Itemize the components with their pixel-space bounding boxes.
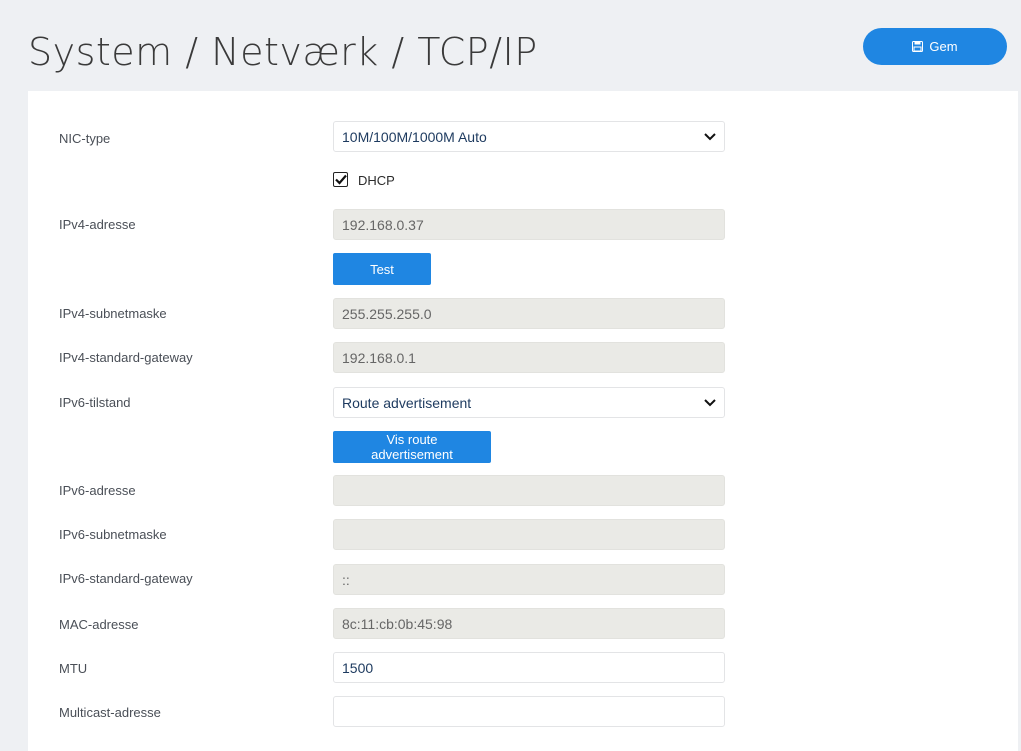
- ipv6-gateway-field: ::: [333, 564, 725, 595]
- save-button-label: Gem: [929, 39, 958, 54]
- show-route-advertisement-button[interactable]: Vis route advertisement: [333, 431, 491, 463]
- ipv6-address-field: [333, 475, 725, 506]
- ipv4-gateway-label: IPv4-standard-gateway: [59, 350, 193, 365]
- ipv4-address-value: 192.168.0.37: [342, 216, 424, 233]
- mac-address-field: 8c:11:cb:0b:45:98: [333, 608, 725, 639]
- ipv4-subnet-label: IPv4-subnetmaske: [59, 306, 167, 321]
- test-button[interactable]: Test: [333, 253, 431, 285]
- checkmark-icon: [334, 174, 347, 185]
- ipv6-gateway-label: IPv6-standard-gateway: [59, 571, 193, 586]
- floppy-disk-icon: [912, 41, 924, 52]
- ipv6-address-label: IPv6-adresse: [59, 483, 136, 498]
- tcpip-settings-panel: NIC-type 10M/100M/1000M Auto DHCP IPv4-a…: [28, 91, 1018, 751]
- mtu-value: 1500: [342, 659, 374, 676]
- dhcp-label: DHCP: [358, 173, 395, 188]
- ipv4-gateway-value: 192.168.0.1: [342, 349, 416, 366]
- nic-type-label: NIC-type: [59, 131, 111, 146]
- ipv6-mode-label: IPv6-tilstand: [59, 395, 131, 410]
- ipv4-subnet-field: 255.255.255.0: [333, 298, 725, 329]
- ipv6-gateway-value: ::: [342, 571, 350, 588]
- page-title: System / Netværk / TCP/IP: [28, 30, 538, 74]
- ipv6-subnet-label: IPv6-subnetmaske: [59, 527, 167, 542]
- ipv4-subnet-value: 255.255.255.0: [342, 305, 432, 322]
- mac-address-value: 8c:11:cb:0b:45:98: [342, 615, 453, 632]
- dhcp-checkbox[interactable]: [333, 172, 348, 187]
- ipv4-gateway-field: 192.168.0.1: [333, 342, 725, 373]
- multicast-address-input[interactable]: [333, 696, 725, 727]
- ipv6-subnet-field: [333, 519, 725, 550]
- multicast-address-label: Multicast-adresse: [59, 705, 161, 720]
- mtu-input[interactable]: 1500: [333, 652, 725, 683]
- nic-type-select[interactable]: 10M/100M/1000M Auto: [333, 121, 725, 152]
- save-button[interactable]: Gem: [863, 28, 1007, 65]
- chevron-down-icon: [704, 395, 716, 410]
- ipv4-address-label: IPv4-adresse: [59, 217, 136, 232]
- nic-type-value: 10M/100M/1000M Auto: [342, 128, 487, 145]
- mac-address-label: MAC-adresse: [59, 617, 139, 632]
- mtu-label: MTU: [59, 661, 88, 676]
- ipv6-mode-value: Route advertisement: [342, 394, 472, 411]
- ipv6-mode-select[interactable]: Route advertisement: [333, 387, 725, 418]
- ipv4-address-field: 192.168.0.37: [333, 209, 725, 240]
- chevron-down-icon: [704, 129, 716, 144]
